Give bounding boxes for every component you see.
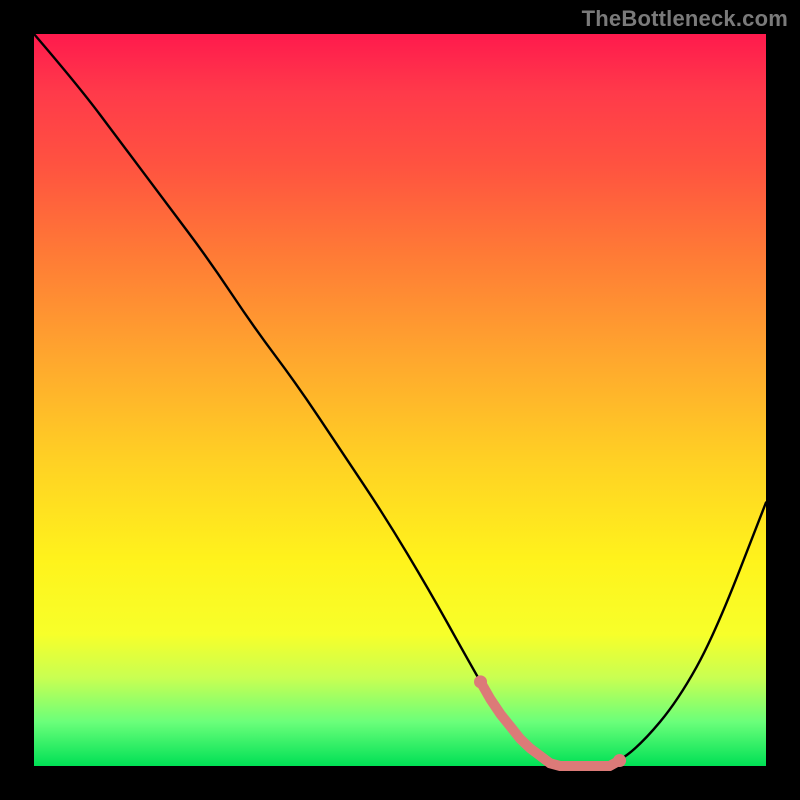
bottleneck-curve [34,34,766,766]
highlight-segment [481,682,620,766]
watermark-text: TheBottleneck.com [582,6,788,32]
plot-area [34,34,766,766]
highlight-start-dot [474,675,487,688]
highlight-end-dot [613,754,626,767]
curve-svg [34,34,766,766]
chart-frame: TheBottleneck.com [0,0,800,800]
